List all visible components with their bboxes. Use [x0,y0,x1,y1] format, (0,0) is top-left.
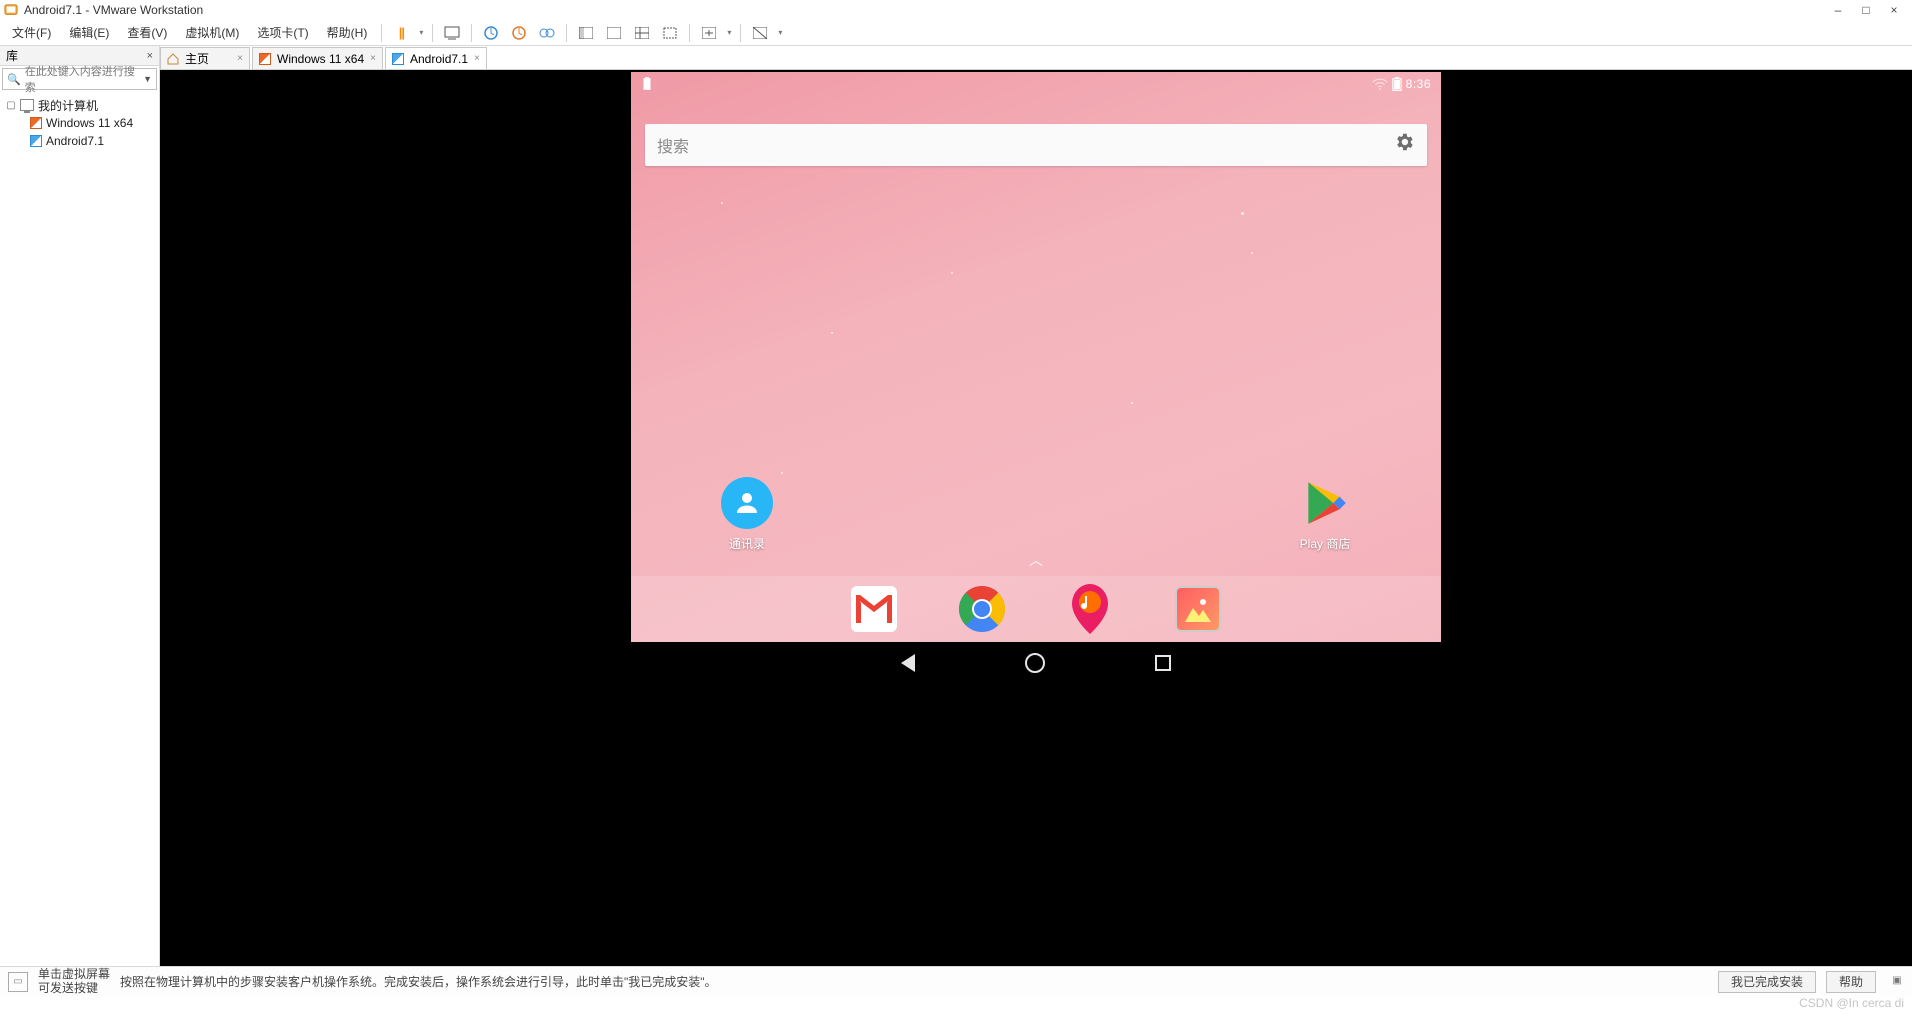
menu-vm[interactable]: 虚拟机(M) [177,22,247,43]
vm-icon [30,117,42,129]
vm-tree: ▢ 我的计算机 Windows 11 x64 Android7.1 [0,92,159,154]
menu-view[interactable]: 查看(V) [119,22,175,43]
menu-tabs[interactable]: 选项卡(T) [249,22,316,43]
tree-collapse-icon[interactable]: ▢ [6,100,16,111]
tree-vm-label: Windows 11 x64 [46,116,133,130]
install-hint-bar: ▭ 单击虚拟屏幕 可发送按键 按照在物理计算机中的步骤安装客户机操作系统。完成安… [0,966,1912,996]
tree-vm-windows11[interactable]: Windows 11 x64 [2,114,157,132]
hint-message: 按照在物理计算机中的步骤安装客户机操作系统。完成安装后，操作系统会进行引导，此时… [120,973,717,990]
contacts-icon [721,477,773,529]
home-icon [167,53,179,65]
power-dropdown[interactable]: ▾ [416,28,426,37]
app-label: 通讯录 [729,535,765,552]
tab-strip: 主页 × Windows 11 x64 × Android7.1 × [160,46,1912,70]
tab-close-icon[interactable]: × [370,53,376,64]
watermark: CSDN @In cerca di [0,996,1912,1014]
battery-icon [641,77,653,91]
app-label: Play 商店 [1300,535,1351,552]
hint-screen-icon: ▭ [8,972,28,992]
dock-music[interactable] [1067,586,1113,632]
close-button[interactable]: × [1880,3,1908,17]
android-nav-bar [631,642,1441,684]
view-single-icon[interactable] [573,22,599,44]
minimize-button[interactable]: – [1824,3,1852,17]
library-search[interactable]: 🔍 在此处键入内容进行搜索 ▼ [2,68,157,90]
vm-display[interactable]: 8:36 搜索 通讯录 [160,70,1912,966]
tree-root-label: 我的计算机 [38,97,98,114]
install-done-button[interactable]: 我已完成安装 [1718,971,1816,993]
library-title: 库 [6,47,18,64]
android-back-button[interactable] [901,654,915,672]
stretch-dropdown[interactable]: ▾ [724,28,734,37]
app-contacts[interactable]: 通讯录 [721,477,773,552]
snapshot-revert-icon[interactable] [506,22,532,44]
tree-vm-label: Android7.1 [46,134,104,148]
tab-windows11[interactable]: Windows 11 x64 × [252,47,383,69]
snapshot-manager-icon[interactable] [534,22,560,44]
dock-gallery[interactable] [1175,586,1221,632]
library-close-icon[interactable]: × [147,50,153,62]
vm-icon [30,135,42,147]
android-recent-button[interactable] [1155,655,1171,671]
app-play-store[interactable]: Play 商店 [1299,477,1351,552]
wifi-icon [1372,78,1388,90]
view-fullscreen-icon[interactable] [629,22,655,44]
view-console-icon[interactable] [601,22,627,44]
help-button[interactable]: 帮助 [1826,971,1876,993]
tab-home[interactable]: 主页 × [160,47,250,69]
vm-icon [259,53,271,65]
snapshot-take-icon[interactable] [478,22,504,44]
view-unity-icon[interactable] [657,22,683,44]
menu-edit[interactable]: 编辑(E) [61,22,117,43]
hint-close-icon[interactable]: ▣ [1890,975,1904,989]
clock-time: 8:36 [1406,77,1431,91]
tree-root-my-computer[interactable]: ▢ 我的计算机 [2,96,157,114]
tab-label: Android7.1 [410,52,468,66]
battery-status-icon [1392,77,1402,91]
menu-help[interactable]: 帮助(H) [319,22,376,43]
content-area: 主页 × Windows 11 x64 × Android7.1 × [160,46,1912,966]
android-status-bar: 8:36 [641,76,1431,92]
android-dock [631,576,1441,642]
library-sidebar: 库 × 🔍 在此处键入内容进行搜索 ▼ ▢ 我的计算机 Windows 11 x… [0,46,160,966]
tab-close-icon[interactable]: × [474,53,480,64]
cycle-dropdown[interactable]: ▾ [775,28,785,37]
menu-bar: 文件(F) 编辑(E) 查看(V) 虚拟机(M) 选项卡(T) 帮助(H) ||… [0,20,1912,46]
vmware-icon [4,3,18,17]
android-home[interactable]: 8:36 搜索 通讯录 [631,72,1441,642]
hint-lead: 单击虚拟屏幕 可发送按键 [38,968,110,994]
search-dropdown-icon[interactable]: ▼ [143,74,152,84]
stretch-icon[interactable] [696,22,722,44]
tab-label: 主页 [185,50,209,67]
tab-close-icon[interactable]: × [237,53,243,64]
app-drawer-handle[interactable]: ︿ [1029,550,1043,570]
dock-chrome[interactable] [959,586,1005,632]
android-screen[interactable]: 8:36 搜索 通讯录 [631,72,1441,684]
app-row: 通讯录 Play 商店 [631,477,1441,552]
library-search-placeholder: 在此处键入内容进行搜索 [25,63,139,95]
gear-icon[interactable] [1393,131,1415,159]
pause-button[interactable]: || [388,22,414,44]
maximize-button[interactable]: □ [1852,3,1880,17]
menu-file[interactable]: 文件(F) [4,22,59,43]
tree-vm-android71[interactable]: Android7.1 [2,132,157,150]
search-placeholder: 搜索 [657,133,689,157]
title-bar: Android7.1 - VMware Workstation – □ × [0,0,1912,20]
search-icon: 🔍 [7,73,21,86]
cycle-icon[interactable] [747,22,773,44]
computer-icon [20,99,34,111]
tab-android71[interactable]: Android7.1 × [385,47,487,69]
vm-icon [392,53,404,65]
send-input-icon[interactable] [439,22,465,44]
android-home-button[interactable] [1025,653,1045,673]
google-search-bar[interactable]: 搜索 [645,124,1427,166]
tab-label: Windows 11 x64 [277,52,364,66]
dock-gmail[interactable] [851,586,897,632]
window-title: Android7.1 - VMware Workstation [24,3,203,17]
play-store-icon [1299,477,1351,529]
